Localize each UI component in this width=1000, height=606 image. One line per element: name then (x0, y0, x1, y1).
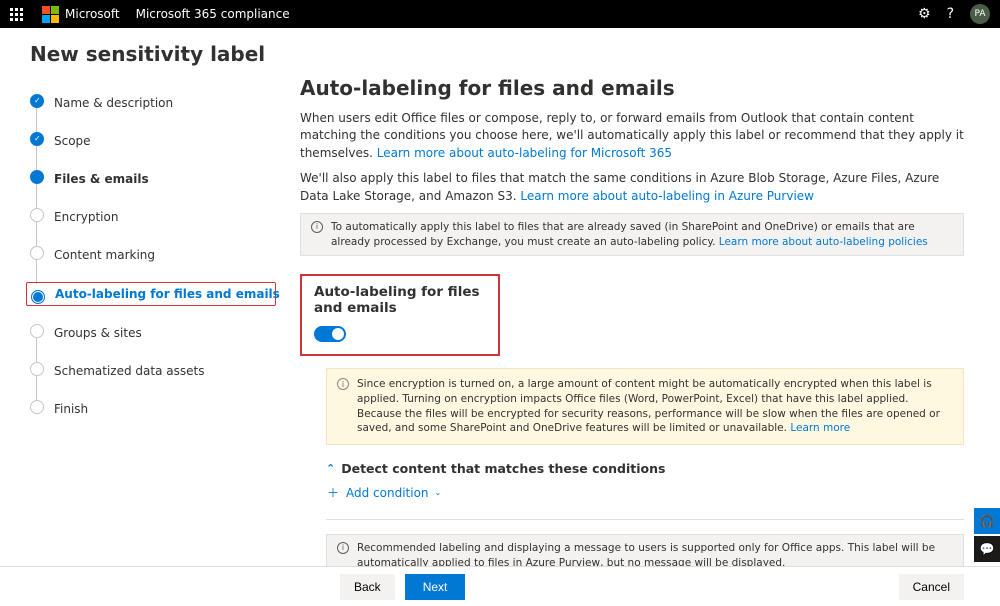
add-condition-button[interactable]: ＋ Add condition ⌄ (326, 484, 964, 501)
page-title: New sensitivity label (0, 28, 1000, 76)
chevron-up-icon: ⌃ (326, 462, 335, 475)
wizard-step-content-marking[interactable]: Content marking (30, 244, 276, 266)
help-icon[interactable]: ? (947, 6, 954, 22)
wizard-footer: Back Next Cancel (0, 566, 1000, 606)
feedback-icon[interactable]: 💬 (974, 536, 1000, 562)
step-bullet-icon (31, 290, 45, 304)
brand-text: Microsoft (65, 7, 120, 21)
step-bullet-icon (30, 208, 44, 222)
app-header-left: Microsoft Microsoft 365 compliance (10, 6, 290, 23)
product-title: Microsoft 365 compliance (136, 7, 290, 21)
step-bullet-icon (30, 324, 44, 338)
side-rail: 🎧 💬 (974, 506, 1000, 562)
wizard-nav: Name & description Scope Files & emails … (0, 76, 300, 568)
chevron-down-icon: ⌄ (435, 488, 442, 497)
step-bullet-icon (30, 170, 44, 184)
toggle-label: Auto-labeling for files and emails (314, 284, 486, 316)
intro-paragraph-2: We'll also apply this label to files tha… (300, 170, 964, 205)
next-button[interactable]: Next (405, 574, 466, 600)
step-bullet-icon (30, 400, 44, 414)
info-icon: i (337, 378, 349, 390)
step-bullet-icon (30, 246, 44, 260)
divider (326, 519, 964, 520)
detect-conditions-header[interactable]: ⌃ Detect content that matches these cond… (326, 461, 964, 476)
wizard-step-encryption[interactable]: Encryption (30, 206, 276, 228)
link-auto-labeling-policies[interactable]: Learn more about auto-labeling policies (719, 236, 928, 248)
warning-banner-encryption: i Since encryption is turned on, a large… (326, 368, 964, 445)
link-encryption-learn-more[interactable]: Learn more (790, 422, 850, 434)
link-auto-labeling-purview[interactable]: Learn more about auto-labeling in Azure … (520, 189, 814, 203)
avatar[interactable]: PA (970, 4, 990, 24)
wizard-step-auto-labeling[interactable]: Auto-labeling for files and emails (26, 282, 276, 306)
step-bullet-icon (30, 132, 44, 146)
microsoft-logo-icon (42, 6, 59, 23)
info-banner-policies: i To automatically apply this label to f… (300, 213, 964, 256)
wizard-step-scope[interactable]: Scope (30, 130, 276, 152)
wizard-step-name[interactable]: Name & description (30, 92, 276, 114)
info-icon: i (337, 542, 349, 554)
wizard-step-schematized[interactable]: Schematized data assets (30, 360, 276, 382)
gear-icon[interactable]: ⚙ (918, 6, 931, 22)
wizard-step-finish[interactable]: Finish (30, 398, 276, 420)
auto-labeling-toggle-block: Auto-labeling for files and emails (300, 274, 500, 356)
info-icon: i (311, 221, 323, 233)
step-bullet-icon (30, 362, 44, 376)
link-auto-labeling-m365[interactable]: Learn more about auto-labeling for Micro… (377, 146, 672, 160)
brand-logo: Microsoft (42, 6, 120, 23)
intro-paragraph-1: When users edit Office files or compose,… (300, 110, 964, 162)
wizard-step-files-emails[interactable]: Files & emails (30, 168, 276, 190)
section-title: Auto-labeling for files and emails (300, 76, 964, 100)
headset-icon[interactable]: 🎧 (974, 508, 1000, 534)
app-header: Microsoft Microsoft 365 compliance ⚙ ? P… (0, 0, 1000, 28)
main-panel: Auto-labeling for files and emails When … (300, 76, 1000, 568)
detect-conditions-section: ⌃ Detect content that matches these cond… (326, 461, 964, 501)
info-banner-recommended: i Recommended labeling and displaying a … (326, 534, 964, 568)
plus-icon: ＋ (326, 484, 340, 501)
app-header-right: ⚙ ? PA (918, 4, 990, 24)
wizard-step-groups-sites[interactable]: Groups & sites (30, 322, 276, 344)
step-bullet-icon (30, 94, 44, 108)
app-launcher-icon[interactable] (10, 8, 26, 21)
cancel-button[interactable]: Cancel (899, 574, 964, 600)
back-button[interactable]: Back (340, 574, 395, 600)
auto-labeling-toggle[interactable] (314, 326, 346, 342)
